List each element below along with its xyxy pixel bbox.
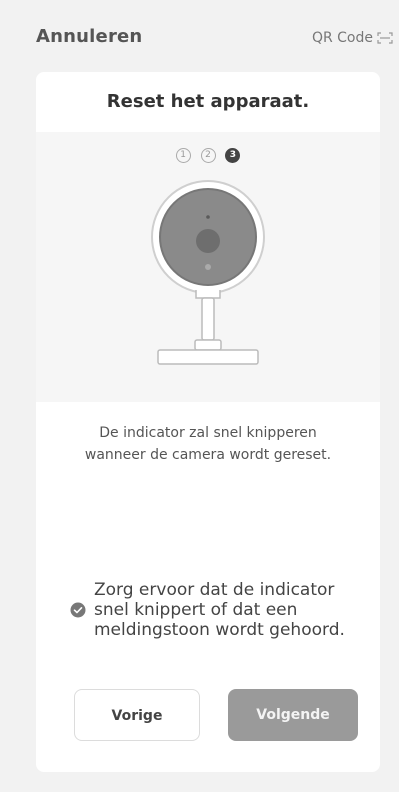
illustration-panel: 1 2 3 <box>36 132 380 402</box>
step-2: 2 <box>200 148 216 163</box>
description-line-2: wanneer de camera wordt gereset. <box>84 447 332 463</box>
confirm-line-3: meldingstoon wordt gehoord. <box>94 620 345 640</box>
check-circle-icon[interactable] <box>70 602 86 618</box>
qr-code-button[interactable]: QR Code <box>312 30 393 46</box>
next-button[interactable]: Volgende <box>228 689 358 741</box>
reset-card: Reset het apparaat. 1 2 3 De indicator z… <box>36 72 380 772</box>
page-title: Reset het apparaat. <box>106 91 310 112</box>
qr-code-label: QR Code <box>311 30 373 46</box>
step-3: 3 <box>225 148 241 163</box>
reset-description: De indicator zal snel knipperen wanneer … <box>56 422 360 466</box>
confirm-checkbox[interactable]: Zorg ervoor dat de indicator snel knippe… <box>70 580 370 640</box>
step-indicator: 1 2 3 <box>36 148 380 163</box>
cancel-button[interactable]: Annuleren <box>36 26 142 47</box>
camera-illustration <box>151 180 265 365</box>
step-1: 1 <box>175 148 191 163</box>
confirm-line-1: Zorg ervoor dat de indicator <box>94 580 335 600</box>
confirm-line-2: snel knippert of dat een <box>94 600 298 620</box>
previous-button[interactable]: Vorige <box>74 689 200 741</box>
qr-scan-icon <box>377 32 393 44</box>
confirm-text: Zorg ervoor dat de indicator snel knippe… <box>94 580 345 640</box>
description-line-1: De indicator zal snel knipperen <box>99 425 317 441</box>
top-bar: Annuleren QR Code <box>0 0 399 70</box>
